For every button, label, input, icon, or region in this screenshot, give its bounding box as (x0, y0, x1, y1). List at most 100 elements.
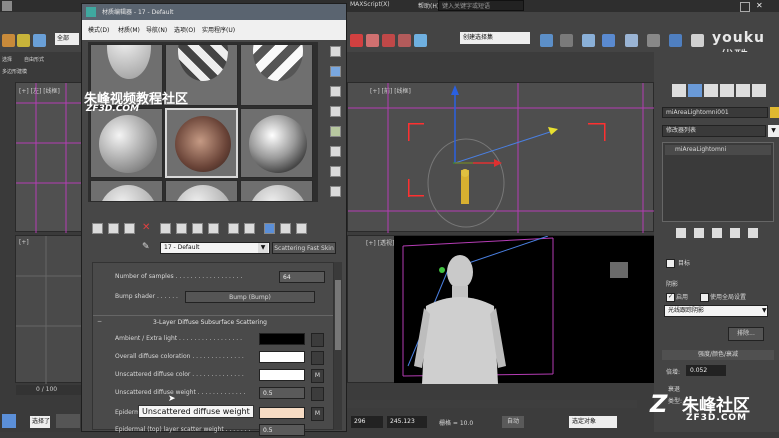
material-name-field[interactable]: 17 - Default (160, 242, 270, 254)
viewport-left[interactable]: [+] [左] [线框] (15, 82, 86, 233)
bump-shader-button[interactable]: Bump (Bump) (185, 291, 315, 303)
viewport-front[interactable]: [+] [前] [线框] (347, 82, 655, 233)
menu-material[interactable]: 材质(M) (118, 25, 140, 34)
go-to-parent-icon[interactable] (264, 223, 275, 234)
menu-mode[interactable]: 模式(D) (88, 25, 109, 34)
unscattered-color-swatch[interactable] (259, 369, 305, 381)
material-id-icon[interactable] (208, 223, 219, 234)
modify-tab-icon[interactable] (688, 84, 702, 97)
material-editor-window[interactable]: 材质编辑器 - 17 - Default 模式(D) 材质(M) 导航(N) 选… (81, 3, 347, 436)
chevron-down-icon[interactable]: ▼ (768, 125, 779, 137)
make-preview-icon[interactable] (330, 146, 341, 157)
unscattered-weight-map-button[interactable] (311, 387, 324, 401)
sample-type-icon[interactable] (330, 46, 341, 57)
coord-y-field[interactable]: 245.123 (387, 416, 427, 428)
timeline-counter[interactable]: 0 / 100 (16, 385, 84, 395)
sample-slot[interactable] (240, 108, 313, 178)
global-settings-checkbox[interactable] (700, 293, 709, 302)
show-end-result-icon[interactable] (244, 223, 255, 234)
configure-icon[interactable] (748, 228, 758, 238)
select-by-material-icon[interactable] (330, 186, 341, 197)
section-title[interactable]: 3-Layer Diffuse Subsurface Scattering (153, 319, 267, 326)
ribbon-tab-freeform[interactable]: 自由形式 (24, 56, 44, 63)
sample-slot[interactable] (90, 180, 163, 202)
angle-snap-icon[interactable] (366, 34, 379, 47)
spinner-snap-icon[interactable] (398, 34, 411, 47)
samples-field[interactable]: 64 (279, 271, 325, 283)
utilities-tab-icon[interactable] (752, 84, 766, 97)
intensity-section-header[interactable]: 强度/颜色/衰减 (662, 350, 774, 360)
shadow-enabled-checkbox[interactable]: ✓ (666, 293, 675, 302)
motion-tab-icon[interactable] (720, 84, 734, 97)
overall-diffuse-swatch[interactable] (259, 351, 305, 363)
render-setup-icon[interactable] (669, 34, 682, 47)
help-menu[interactable]: 帮助(H) (418, 1, 439, 10)
close-icon[interactable]: ✕ (756, 1, 763, 10)
hierarchy-tab-icon[interactable] (704, 84, 718, 97)
multiplier-field[interactable]: 0.052 (686, 365, 726, 376)
viewport-bottom-left[interactable]: [+] (15, 235, 86, 384)
schematic-icon[interactable] (625, 34, 638, 47)
time-slider-track[interactable] (347, 400, 637, 408)
view-filter-dropdown[interactable]: 全部 (55, 33, 79, 45)
put-to-library-icon[interactable] (192, 223, 203, 234)
options-icon[interactable] (330, 166, 341, 177)
graph-editor-icon[interactable] (602, 34, 615, 47)
stack-item[interactable]: miAreaLightomni (665, 145, 771, 155)
show-map-icon[interactable] (228, 223, 239, 234)
eyedropper-icon[interactable]: ✎ (142, 242, 152, 254)
rollout-scrollbar[interactable] (334, 262, 342, 430)
make-copy-icon[interactable] (160, 223, 171, 234)
app-icon[interactable] (2, 1, 12, 11)
background-icon[interactable] (330, 86, 341, 97)
restore-icon[interactable] (740, 2, 750, 12)
search-input[interactable]: 键入关键字或短语 (438, 0, 524, 11)
put-to-scene-icon[interactable] (108, 223, 119, 234)
layer-icon[interactable] (582, 34, 595, 47)
ribbon-tab-polygon[interactable]: 多边形建模 (2, 68, 27, 75)
coord-x-field[interactable]: 296 (351, 416, 383, 428)
modifier-list-dropdown[interactable]: 修改器列表 (662, 125, 766, 137)
material-editor-icon[interactable] (647, 34, 660, 47)
auto-key-button[interactable]: 自动 (502, 416, 524, 428)
sample-slot[interactable] (165, 180, 238, 202)
unscattered-weight-field[interactable]: 0.5 (259, 387, 305, 399)
mirror-icon[interactable] (540, 34, 553, 47)
go-forward-sibling-icon[interactable] (280, 223, 291, 234)
redo-icon[interactable] (17, 34, 30, 47)
display-tab-icon[interactable] (736, 84, 750, 97)
video-check-icon[interactable] (330, 126, 341, 137)
exclude-button[interactable]: 排除... (728, 327, 764, 341)
link-icon[interactable] (33, 34, 46, 47)
epidermal-swatch[interactable] (259, 407, 305, 419)
sample-slot[interactable] (90, 108, 163, 178)
snap-icon[interactable] (350, 34, 363, 47)
reset-material-icon[interactable]: ✕ (142, 222, 150, 233)
create-tab-icon[interactable] (672, 84, 686, 97)
percent-snap-icon[interactable] (382, 34, 395, 47)
unscattered-color-map-button[interactable]: M (311, 369, 324, 383)
overall-diffuse-map-button[interactable] (311, 351, 324, 365)
target-checkbox[interactable] (666, 259, 675, 268)
material-type-button[interactable]: Scattering Fast Skin (272, 242, 336, 254)
uv-tiling-icon[interactable] (330, 106, 341, 117)
collapse-icon[interactable]: − (97, 318, 102, 325)
ribbon-tab-select[interactable]: 选择 (2, 56, 12, 63)
maxscript-menu[interactable]: MAXScript(X) (350, 1, 390, 8)
rendered-frame-icon[interactable] (691, 34, 704, 47)
make-unique-icon[interactable] (712, 228, 722, 238)
show-end-icon[interactable] (694, 228, 704, 238)
ambient-map-button[interactable] (311, 333, 324, 347)
key-filter-dropdown[interactable]: 选定对象 (569, 416, 617, 428)
menu-navigation[interactable]: 导航(N) (146, 25, 167, 34)
sample-slot[interactable] (240, 44, 313, 106)
ambient-swatch[interactable] (259, 333, 305, 345)
assign-material-icon[interactable] (124, 223, 135, 234)
named-selection-dropdown[interactable]: 创建选择集 (460, 32, 530, 44)
listener-box[interactable] (56, 414, 80, 428)
material-map-navigator-icon[interactable] (296, 223, 307, 234)
undo-icon[interactable] (2, 34, 15, 47)
make-unique-material-icon[interactable] (176, 223, 187, 234)
viewport-perspective[interactable]: [+] [透视] [真实] (347, 235, 654, 384)
object-name-field[interactable]: miAreaLightomni001 (662, 107, 768, 118)
